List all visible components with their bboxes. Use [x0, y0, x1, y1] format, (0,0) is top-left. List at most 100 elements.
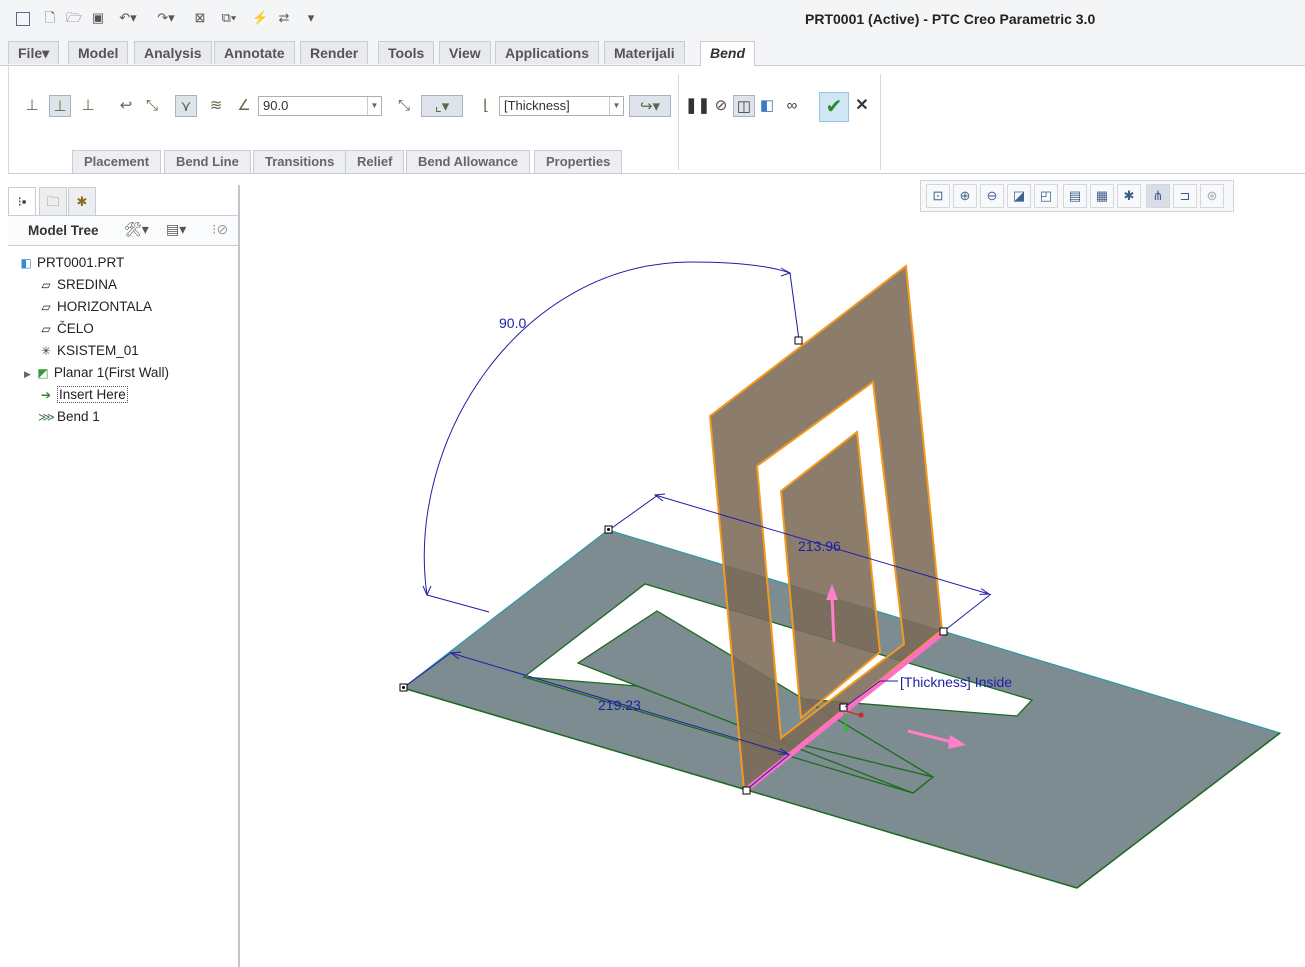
- glasses-icon[interactable]: ∞: [781, 95, 803, 117]
- bend-radius-side-icon[interactable]: ⌞▾: [421, 95, 463, 117]
- customize-icon[interactable]: ▾: [303, 10, 319, 26]
- tab-tools[interactable]: Tools: [378, 41, 435, 64]
- menu-bar: File▾ Model Analysis Annotate Render Too…: [0, 38, 1305, 66]
- angle-extension-top: [789, 272, 800, 341]
- perspective-icon[interactable]: ⊛: [1200, 184, 1224, 208]
- angle-icon: ∠: [237, 97, 251, 114]
- tree-item-part[interactable]: ◧ PRT0001.PRT: [18, 253, 124, 273]
- radius-icon: ⌊: [483, 97, 489, 114]
- bend-one-side-icon[interactable]: ⊥: [21, 95, 43, 117]
- tab-bend[interactable]: Bend: [700, 41, 755, 66]
- tab-model[interactable]: Model: [68, 41, 129, 64]
- pause-icon[interactable]: ❚❚: [685, 95, 710, 117]
- dim-bottom-label[interactable]: 219.23: [598, 697, 641, 713]
- tree-item-celo[interactable]: ▱ ČELO: [38, 319, 93, 339]
- favorites-tab-icon[interactable]: ✱: [68, 187, 96, 217]
- tree-item-planar[interactable]: ▶ ◩ Planar 1(First Wall): [24, 363, 169, 383]
- subtab-transitions[interactable]: Transitions: [253, 150, 347, 173]
- verify-icon[interactable]: ◧: [756, 95, 778, 117]
- angle-dimension-label[interactable]: 90.0: [499, 315, 526, 331]
- switch-windows-icon[interactable]: ⇄: [276, 10, 292, 26]
- spin-center-icon[interactable]: ⋔: [1146, 184, 1170, 208]
- bend-other-side-icon[interactable]: ⊥: [77, 95, 99, 117]
- bend-to-end-icon[interactable]: ↩: [115, 95, 137, 117]
- datum-plane-icon: ▱: [41, 278, 51, 292]
- subtab-relief[interactable]: Relief: [345, 150, 405, 173]
- refit-icon[interactable]: ⊡: [926, 184, 950, 208]
- rolled-bend-icon[interactable]: ≋: [205, 95, 227, 117]
- direction-arrow-up[interactable]: [830, 595, 836, 643]
- tree-item-ksistem[interactable]: ✳ KSISTEM_01: [38, 341, 139, 361]
- planar-wall-icon: ◩: [37, 366, 49, 380]
- close-window-icon[interactable]: ⊠: [192, 10, 208, 26]
- file-menu[interactable]: File▾: [8, 41, 60, 64]
- tab-view[interactable]: View: [439, 41, 491, 64]
- tab-annotate[interactable]: Annotate: [214, 41, 295, 64]
- save-icon[interactable]: ▣: [90, 10, 106, 26]
- bend-angle-type-icon[interactable]: ⋎: [175, 95, 197, 117]
- ribbon-separator: [880, 74, 881, 170]
- preview-icon[interactable]: ◫: [733, 95, 755, 117]
- tree-item-horizontala[interactable]: ▱ HORIZONTALA: [38, 297, 152, 317]
- part-icon: ◧: [20, 256, 32, 270]
- dim-top-extension-left: [608, 494, 659, 531]
- subtab-placement[interactable]: Placement: [72, 150, 162, 173]
- window-icon[interactable]: [16, 12, 30, 26]
- subtab-bend-line[interactable]: Bend Line: [164, 150, 251, 173]
- window-title: PRT0001 (Active) - PTC Creo Parametric 3…: [805, 11, 1096, 27]
- new-icon[interactable]: 🗋: [42, 10, 58, 26]
- checkmark-icon[interactable]: ✔: [819, 92, 849, 122]
- graphics-canvas[interactable]: 90.0 213.96 219.23 [Thickness] Inside: [240, 212, 1305, 967]
- zoom-out-icon[interactable]: ⊖: [980, 184, 1004, 208]
- subtab-properties[interactable]: Properties: [534, 150, 623, 173]
- expand-arrow-icon[interactable]: ▶: [24, 369, 31, 379]
- redo-icon[interactable]: ↷▾: [152, 10, 180, 26]
- open-icon[interactable]: 🗁: [66, 10, 82, 26]
- datum-plane-icon: ▱: [41, 300, 51, 314]
- handle-dot: [402, 686, 405, 689]
- undo-icon[interactable]: ↶▾: [114, 10, 142, 26]
- radius-note-label[interactable]: [Thickness] Inside: [900, 674, 1012, 690]
- regenerate-icon[interactable]: ⚡: [252, 10, 268, 26]
- dim-top-label[interactable]: 213.96: [798, 538, 841, 554]
- annotation-display-icon[interactable]: ⊐: [1173, 184, 1197, 208]
- view-manager-icon[interactable]: ▦: [1090, 184, 1114, 208]
- handle-dot: [607, 528, 610, 531]
- bend-point-handle[interactable]: [839, 703, 848, 712]
- tab-materijali[interactable]: Materijali: [604, 41, 685, 64]
- tab-applications[interactable]: Applications: [495, 41, 600, 64]
- bend-centered-icon[interactable]: ⊥: [49, 95, 71, 117]
- tree-item-insert-here[interactable]: ➔ Insert Here: [38, 385, 128, 405]
- tree-settings-icon[interactable]: 🛠▾: [124, 221, 149, 238]
- radius-measure-icon[interactable]: ↪▾: [629, 95, 671, 117]
- datum-display-icon[interactable]: ✱: [1117, 184, 1141, 208]
- drag-handle[interactable]: [742, 786, 751, 795]
- tab-analysis[interactable]: Analysis: [134, 41, 212, 64]
- flip-angle-icon[interactable]: ⤡: [393, 95, 415, 117]
- insert-arrow-icon: ➔: [40, 388, 52, 402]
- repaint-icon[interactable]: ◪: [1007, 184, 1031, 208]
- drag-handle[interactable]: [939, 627, 948, 636]
- display-style-icon[interactable]: ◰: [1034, 184, 1058, 208]
- model-tree-tab-icon[interactable]: ⁝▪: [8, 187, 36, 217]
- windows-icon[interactable]: ⧉▾: [214, 10, 244, 26]
- tree-item-bend[interactable]: ⋙ Bend 1: [38, 407, 100, 427]
- flip-direction-icon[interactable]: ⤡: [141, 95, 163, 117]
- saved-orientations-icon[interactable]: ▤: [1063, 184, 1087, 208]
- datum-plane-icon: ▱: [41, 322, 51, 336]
- subtab-bend-allowance[interactable]: Bend Allowance: [406, 150, 530, 173]
- radius-input[interactable]: [Thickness] ▼: [499, 96, 624, 116]
- tree-show-icon[interactable]: ▤▾: [166, 221, 186, 238]
- bend-ribbon: ⊥ ⊥ ⊥ ↩ ⤡ ⋎ ≋ ∠ 90.0 ▼ ⤡ ⌞▾ ⌊ [Thickness]…: [8, 66, 1305, 174]
- tree-filter-icon[interactable]: ⁝⊘: [212, 221, 228, 238]
- zoom-in-icon[interactable]: ⊕: [953, 184, 977, 208]
- no-preview-icon[interactable]: ⊘: [710, 95, 732, 117]
- folder-browser-tab-icon[interactable]: 🗀: [39, 187, 67, 217]
- drag-handle[interactable]: [794, 336, 803, 345]
- close-icon[interactable]: ✕: [851, 95, 873, 117]
- bend-icon: ⋙: [38, 410, 56, 424]
- tab-render[interactable]: Render: [300, 41, 369, 64]
- model-tree: ◧ PRT0001.PRT ▱ SREDINA ▱ HORIZONTALA ▱ ČELO…: [18, 253, 233, 433]
- angle-input[interactable]: 90.0 ▼: [258, 96, 382, 116]
- tree-item-sredina[interactable]: ▱ SREDINA: [38, 275, 117, 295]
